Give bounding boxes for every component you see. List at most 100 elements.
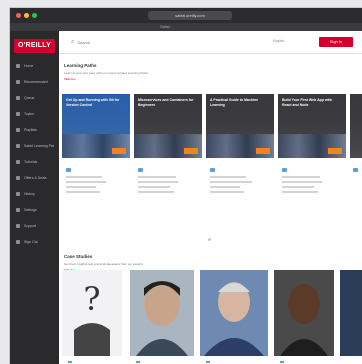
card-title: Microservices and Containers for Beginne… — [138, 98, 194, 107]
search-box[interactable]: ⌕ — [71, 37, 241, 47]
card-text-line — [138, 176, 176, 178]
sidebar-item-offers[interactable]: Offers & Deals — [16, 173, 54, 182]
sidebar-item-playlists[interactable]: Playlists — [16, 125, 54, 134]
sidebar: O'REILLY Home Recommended Queue Topics P… — [10, 31, 59, 364]
gear-icon — [16, 207, 20, 212]
sidebar-item-history[interactable]: History — [16, 189, 54, 198]
help-icon — [16, 223, 20, 228]
card-text-line — [66, 176, 102, 178]
card-cover-art — [62, 134, 130, 158]
top-bar: ⌕ English Sign In — [59, 31, 362, 54]
card-cover: Build Your First Web App with React and … — [278, 94, 346, 158]
card-cover: Microservices and Containers for Beginne… — [134, 94, 202, 158]
card-text-line — [138, 186, 170, 188]
card-cover — [350, 94, 362, 158]
card-text-line — [138, 181, 178, 183]
case-studies-subtitle: Get fresh insights and practical takeawa… — [64, 262, 143, 266]
card-title: Build Your First Web App with React and … — [282, 98, 332, 107]
zoom-window-button[interactable] — [32, 13, 37, 18]
case-study-icon — [280, 361, 284, 363]
star-icon — [16, 79, 20, 84]
case-study-photo-partial[interactable] — [340, 270, 362, 356]
card-text-line — [66, 191, 100, 193]
card-text-line — [210, 181, 252, 183]
card-text-line — [210, 186, 240, 188]
signin-button[interactable]: Sign In — [319, 37, 353, 47]
sidebar-item-recommended[interactable]: Recommended — [16, 77, 54, 86]
card-text-line — [210, 176, 246, 178]
case-studies-title: Case Studies — [64, 254, 93, 259]
card-text-line — [282, 181, 322, 183]
learning-paths-title: Learning Paths — [64, 63, 97, 68]
signout-icon — [16, 239, 20, 244]
learning-paths-subtitle: Learn at your own pace with our expert-c… — [64, 71, 148, 75]
case-study-photo[interactable] — [130, 270, 194, 356]
sidebar-item-learning-paths[interactable]: Safari Learning Paths — [16, 141, 54, 150]
learning-path-icon — [282, 168, 287, 172]
learning-path-card[interactable]: Get Up and Running with Git for Version … — [62, 94, 130, 166]
case-study-icon — [206, 361, 210, 363]
card-cover-art — [206, 134, 274, 158]
person-portrait — [130, 270, 194, 356]
browser-window: safari.oreilly.com Safari O'REILLY Home … — [10, 8, 362, 364]
sidebar-item-settings[interactable]: Settings — [16, 205, 54, 214]
card-badge — [256, 148, 270, 154]
learning-path-icon — [210, 168, 215, 172]
card-badge — [112, 148, 126, 154]
search-input[interactable] — [77, 39, 228, 45]
card-text-line — [282, 186, 314, 188]
sidebar-item-support[interactable]: Support — [16, 221, 54, 230]
learning-path-card-partial[interactable] — [350, 94, 362, 166]
case-study-icon — [68, 361, 72, 363]
close-window-button[interactable] — [16, 13, 21, 18]
person-portrait — [274, 270, 334, 356]
card-cover-art — [134, 134, 202, 158]
learning-paths-see-all[interactable]: SEE ALL — [64, 77, 76, 81]
card-cover: A Practical Guide to Machine Learning — [206, 94, 274, 158]
title-bar: safari.oreilly.com — [10, 8, 362, 23]
minimize-window-button[interactable] — [24, 13, 29, 18]
case-study-photo[interactable]: ? — [62, 270, 122, 356]
card-cover: Get Up and Running with Git for Version … — [62, 94, 130, 158]
tab-bar: Safari — [10, 23, 362, 31]
sidebar-item-topics[interactable]: Topics — [16, 109, 54, 118]
question-mark-illustration: ? — [74, 280, 110, 356]
path-icon — [16, 143, 20, 148]
search-icon: ⌕ — [71, 38, 75, 45]
home-icon — [16, 63, 20, 68]
learning-path-icon — [66, 168, 71, 172]
card-text-line — [210, 191, 244, 193]
clock-icon — [16, 191, 20, 196]
tag-icon — [16, 175, 20, 180]
sidebar-item-signout[interactable]: Sign Out — [16, 237, 54, 246]
learning-path-card[interactable]: Build Your First Web App with React and … — [278, 94, 346, 166]
card-text-line — [282, 176, 320, 178]
card-cover-art — [278, 134, 346, 158]
card-text-line — [66, 181, 106, 183]
sidebar-item-tutorials[interactable]: Tutorials — [16, 157, 54, 166]
card-text-line — [138, 191, 174, 193]
oreilly-logo[interactable]: O'REILLY — [14, 39, 55, 53]
carousel-dot[interactable] — [208, 238, 211, 241]
person-portrait — [200, 270, 268, 356]
card-title: Get Up and Running with Git for Version … — [66, 98, 120, 107]
learning-path-icon — [138, 168, 143, 172]
language-selector[interactable]: English — [273, 39, 284, 43]
card-text-line — [66, 186, 96, 188]
case-study-photo[interactable] — [274, 270, 334, 356]
card-title: A Practical Guide to Machine Learning — [210, 98, 259, 107]
tab-label[interactable]: Safari — [160, 24, 170, 29]
sidebar-item-queue[interactable]: Queue — [16, 93, 54, 102]
queue-icon — [16, 95, 20, 100]
case-study-photo[interactable] — [200, 270, 268, 356]
learning-path-card[interactable]: Microservices and Containers for Beginne… — [134, 94, 202, 166]
tutorial-icon — [16, 159, 20, 164]
svg-text:?: ? — [83, 280, 100, 318]
card-badge — [184, 148, 198, 154]
card-text-line — [282, 191, 318, 193]
learning-path-card[interactable]: A Practical Guide to Machine Learning — [206, 94, 274, 166]
sidebar-item-home[interactable]: Home — [16, 61, 54, 70]
learning-path-icon — [353, 168, 358, 172]
address-bar[interactable]: safari.oreilly.com — [148, 11, 232, 20]
playlist-icon — [16, 127, 20, 132]
